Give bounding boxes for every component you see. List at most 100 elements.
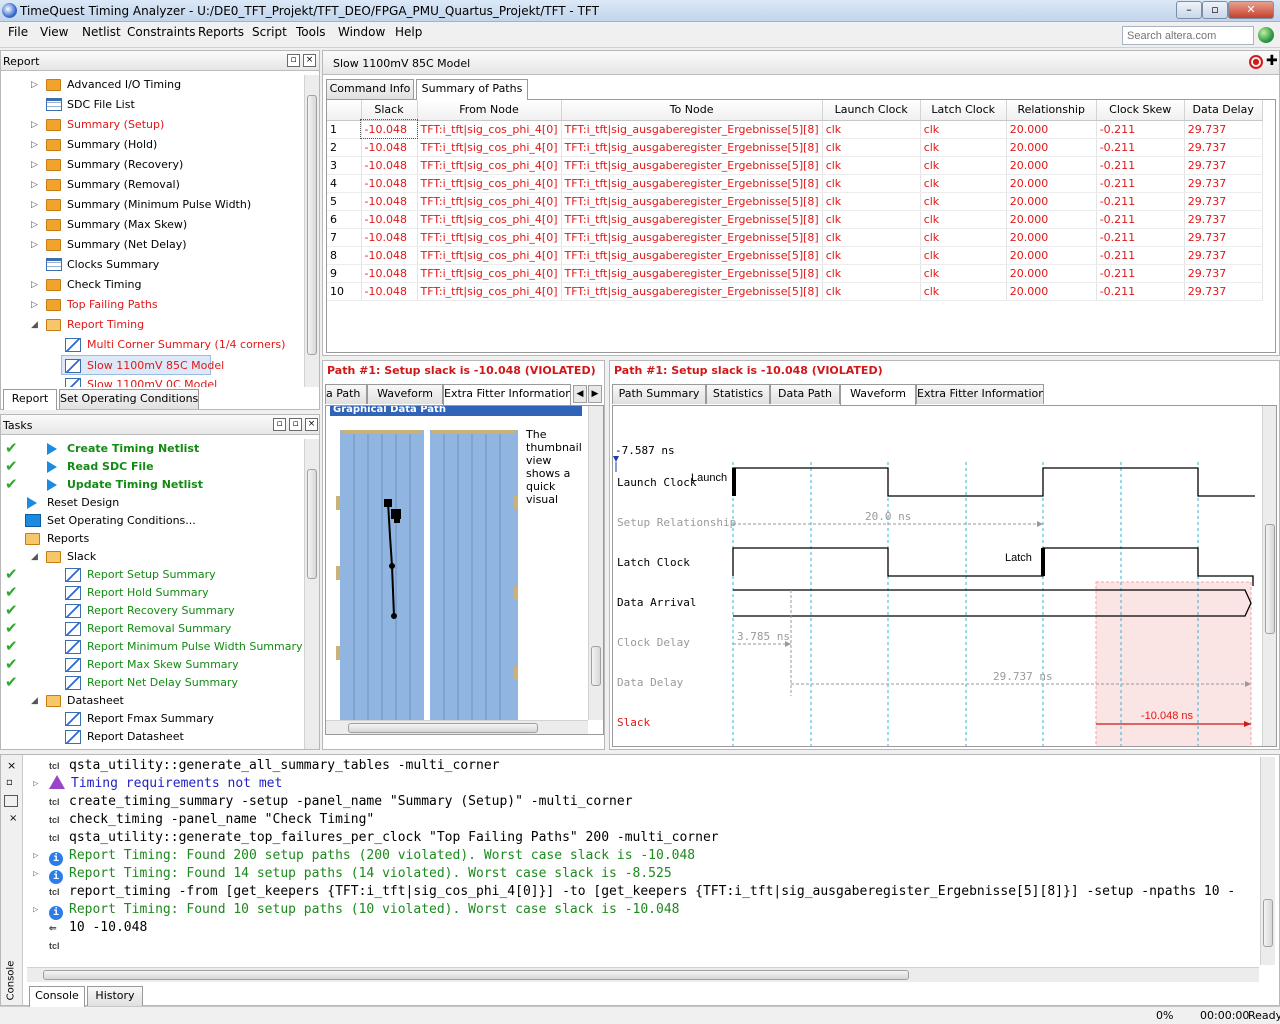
tree-item-top-failing-paths[interactable]: ▷ Top Failing Paths (1, 295, 301, 315)
column-header-latch-clock[interactable]: Latch Clock (920, 100, 1007, 121)
tree-item-slow-0c[interactable]: Slow 1100mV 0C Model (1, 375, 301, 387)
table-row[interactable]: 10 -10.048 TFT:i_tft|sig_cos_phi_4[0] TFT:i… (327, 282, 1263, 301)
task-report-setup-summary[interactable]: ✔ Report Setup Summary (1, 565, 301, 585)
tree-item-summary-mpw[interactable]: ▷ Summary (Minimum Pulse Width) (1, 195, 301, 215)
minimize-button[interactable]: – (1176, 1, 1202, 19)
tab-waveform-left[interactable]: Waveform (367, 384, 443, 404)
task-report-recovery-summary[interactable]: ✔ Report Recovery Summary (1, 601, 301, 621)
tree-item-clocks-summary[interactable]: Clocks Summary (1, 255, 301, 275)
stop-icon[interactable]: ● (1249, 55, 1263, 69)
globe-icon[interactable] (1258, 27, 1274, 43)
close-window-button[interactable]: ✕ (1228, 1, 1274, 19)
tasks-scrollbar[interactable] (304, 439, 319, 749)
tab-set-operating-conditions[interactable]: Set Operating Conditions (59, 389, 199, 409)
task-report-removal-summary[interactable]: ✔ Report Removal Summary (1, 619, 301, 639)
fitter-vscroll[interactable] (588, 406, 603, 720)
column-header-clock-skew[interactable]: Clock Skew (1096, 100, 1185, 121)
task-read-sdc-file[interactable]: ✔ Read SDC File (1, 457, 301, 477)
scroll-tabs-left-button[interactable]: ◀ (573, 385, 587, 403)
float-icon[interactable]: ▫ (273, 418, 286, 431)
tree-item-summary-net-delay[interactable]: ▷ Summary (Net Delay) (1, 235, 301, 255)
tree-item-sdc-file-list[interactable]: SDC File List (1, 95, 301, 115)
table-row[interactable]: 5 -10.048 TFT:i_tft|sig_cos_phi_4[0] TFT:i_… (327, 192, 1263, 211)
close-icon[interactable]: × (7, 759, 16, 772)
column-header-relationship[interactable]: Relationship (1006, 100, 1097, 121)
menu-window[interactable]: Window (338, 25, 385, 39)
task-datasheet[interactable]: ◢ Datasheet (1, 691, 301, 711)
console-hscroll[interactable] (27, 967, 1259, 982)
menu-script[interactable]: Script (252, 25, 287, 39)
tab-statistics[interactable]: Statistics (706, 384, 770, 404)
table-row[interactable]: 2 -10.048 TFT:i_tft|sig_cos_phi_4[0] TFT:i_… (327, 138, 1263, 157)
table-row[interactable]: 6 -10.048 TFT:i_tft|sig_cos_phi_4[0] TFT:i_… (327, 210, 1263, 229)
tree-item-summary-removal[interactable]: ▷ Summary (Removal) (1, 175, 301, 195)
table-row[interactable]: 7 -10.048 TFT:i_tft|sig_cos_phi_4[0] TFT:i_… (327, 228, 1263, 247)
tree-item-summary-max-skew[interactable]: ▷ Summary (Max Skew) (1, 215, 301, 235)
task-create-timing-netlist[interactable]: ✔ Create Timing Netlist (1, 439, 301, 459)
tab-command-info[interactable]: Command Info (326, 79, 414, 99)
tab-waveform[interactable]: Waveform (840, 384, 916, 405)
menu-help[interactable]: Help (395, 25, 422, 39)
pin-icon[interactable]: ✚ (1266, 53, 1278, 69)
task-reset-design[interactable]: Reset Design (1, 493, 301, 513)
close-icon[interactable]: × (9, 813, 17, 824)
restore-icon[interactable]: ▫ (6, 777, 13, 788)
task-report-datasheet[interactable]: Report Datasheet (1, 727, 301, 747)
tree-item-summary-recovery[interactable]: ▷ Summary (Recovery) (1, 155, 301, 175)
menu-reports[interactable]: Reports (198, 25, 244, 39)
restore-icon[interactable]: ▫ (289, 418, 302, 431)
tree-item-report-timing[interactable]: ◢ Report Timing (1, 315, 301, 335)
task-report-fmax-summary[interactable]: Report Fmax Summary (1, 709, 301, 729)
table-row[interactable]: 9 -10.048 TFT:i_tft|sig_cos_phi_4[0] TFT:i_… (327, 264, 1263, 283)
tab-extra-fitter-left[interactable]: Extra Fitter Information (443, 384, 571, 405)
column-header-from-node[interactable]: From Node (417, 100, 562, 121)
tree-item-summary-setup[interactable]: ▷ Summary (Setup) (1, 115, 301, 135)
report-tree-scrollbar[interactable] (304, 75, 319, 387)
float-icon[interactable]: ▫ (287, 54, 300, 67)
task-update-timing-netlist[interactable]: ✔ Update Timing Netlist (1, 475, 301, 495)
tab-data-path-left[interactable]: a Path (325, 384, 367, 404)
tab-extra-fitter-info[interactable]: Extra Fitter Information (916, 384, 1044, 404)
column-header-launch-clock[interactable]: Launch Clock (822, 100, 921, 121)
table-row[interactable]: 1 -10.048 TFT:i_tft|sig_cos_phi_4[0] TFT:i_… (327, 119, 1263, 139)
console-vscroll[interactable] (1260, 757, 1275, 965)
task-set-operating-conditions[interactable]: Set Operating Conditions... (1, 511, 301, 531)
column-header-to-node[interactable]: To Node (561, 100, 823, 121)
task-report-hold-summary[interactable]: ✔ Report Hold Summary (1, 583, 301, 603)
tab-path-summary[interactable]: Path Summary (612, 384, 706, 404)
task-report-net-delay-summary[interactable]: ✔ Report Net Delay Summary (1, 673, 301, 693)
close-icon[interactable]: × (305, 418, 318, 431)
menu-constraints[interactable]: Constraints (127, 25, 195, 39)
maximize-button[interactable]: ▫ (1202, 1, 1228, 19)
tab-data-path[interactable]: Data Path (770, 384, 840, 404)
task-slack[interactable]: ◢ Slack (1, 547, 301, 567)
column-header-index[interactable] (327, 100, 362, 121)
waveform-scrollbar[interactable] (1262, 406, 1276, 746)
table-row[interactable]: 4 -10.048 TFT:i_tft|sig_cos_phi_4[0] TFT:i_… (327, 174, 1263, 193)
tab-history[interactable]: History (87, 986, 143, 1006)
task-reports[interactable]: Reports (1, 529, 301, 549)
task-report-mpw-summary[interactable]: ✔ Report Minimum Pulse Width Summary (1, 637, 303, 657)
float-icon[interactable] (4, 795, 18, 807)
menu-tools[interactable]: Tools (296, 25, 326, 39)
tree-item-check-timing[interactable]: ▷ Check Timing (1, 275, 301, 295)
close-icon[interactable]: × (303, 54, 316, 67)
tree-item-multi-corner-summary[interactable]: Multi Corner Summary (1/4 corners) (1, 335, 301, 355)
search-input[interactable] (1122, 26, 1254, 45)
menu-netlist[interactable]: Netlist (82, 25, 121, 39)
fitter-hscroll[interactable] (326, 720, 588, 734)
tab-summary-of-paths[interactable]: Summary of Paths (416, 79, 528, 100)
table-row[interactable]: 3 -10.048 TFT:i_tft|sig_cos_phi_4[0] TFT:i_… (327, 156, 1263, 175)
column-header-data-delay[interactable]: Data Delay (1184, 100, 1263, 121)
menu-view[interactable]: View (40, 25, 68, 39)
tab-console[interactable]: Console (29, 986, 85, 1007)
scroll-tabs-right-button[interactable]: ▶ (588, 385, 602, 403)
column-header-slack[interactable]: Slack (361, 100, 418, 121)
table-row[interactable]: 8 -10.048 TFT:i_tft|sig_cos_phi_4[0] TFT:i_… (327, 246, 1263, 265)
menu-file[interactable]: File (8, 25, 28, 39)
tab-report[interactable]: Report (3, 389, 57, 410)
tree-item-slow-85c[interactable]: Slow 1100mV 85C Model (61, 355, 224, 375)
tree-item-advanced-io[interactable]: ▷ Advanced I/O Timing (1, 75, 301, 95)
tree-item-summary-hold[interactable]: ▷ Summary (Hold) (1, 135, 301, 155)
task-report-max-skew-summary[interactable]: ✔ Report Max Skew Summary (1, 655, 301, 675)
